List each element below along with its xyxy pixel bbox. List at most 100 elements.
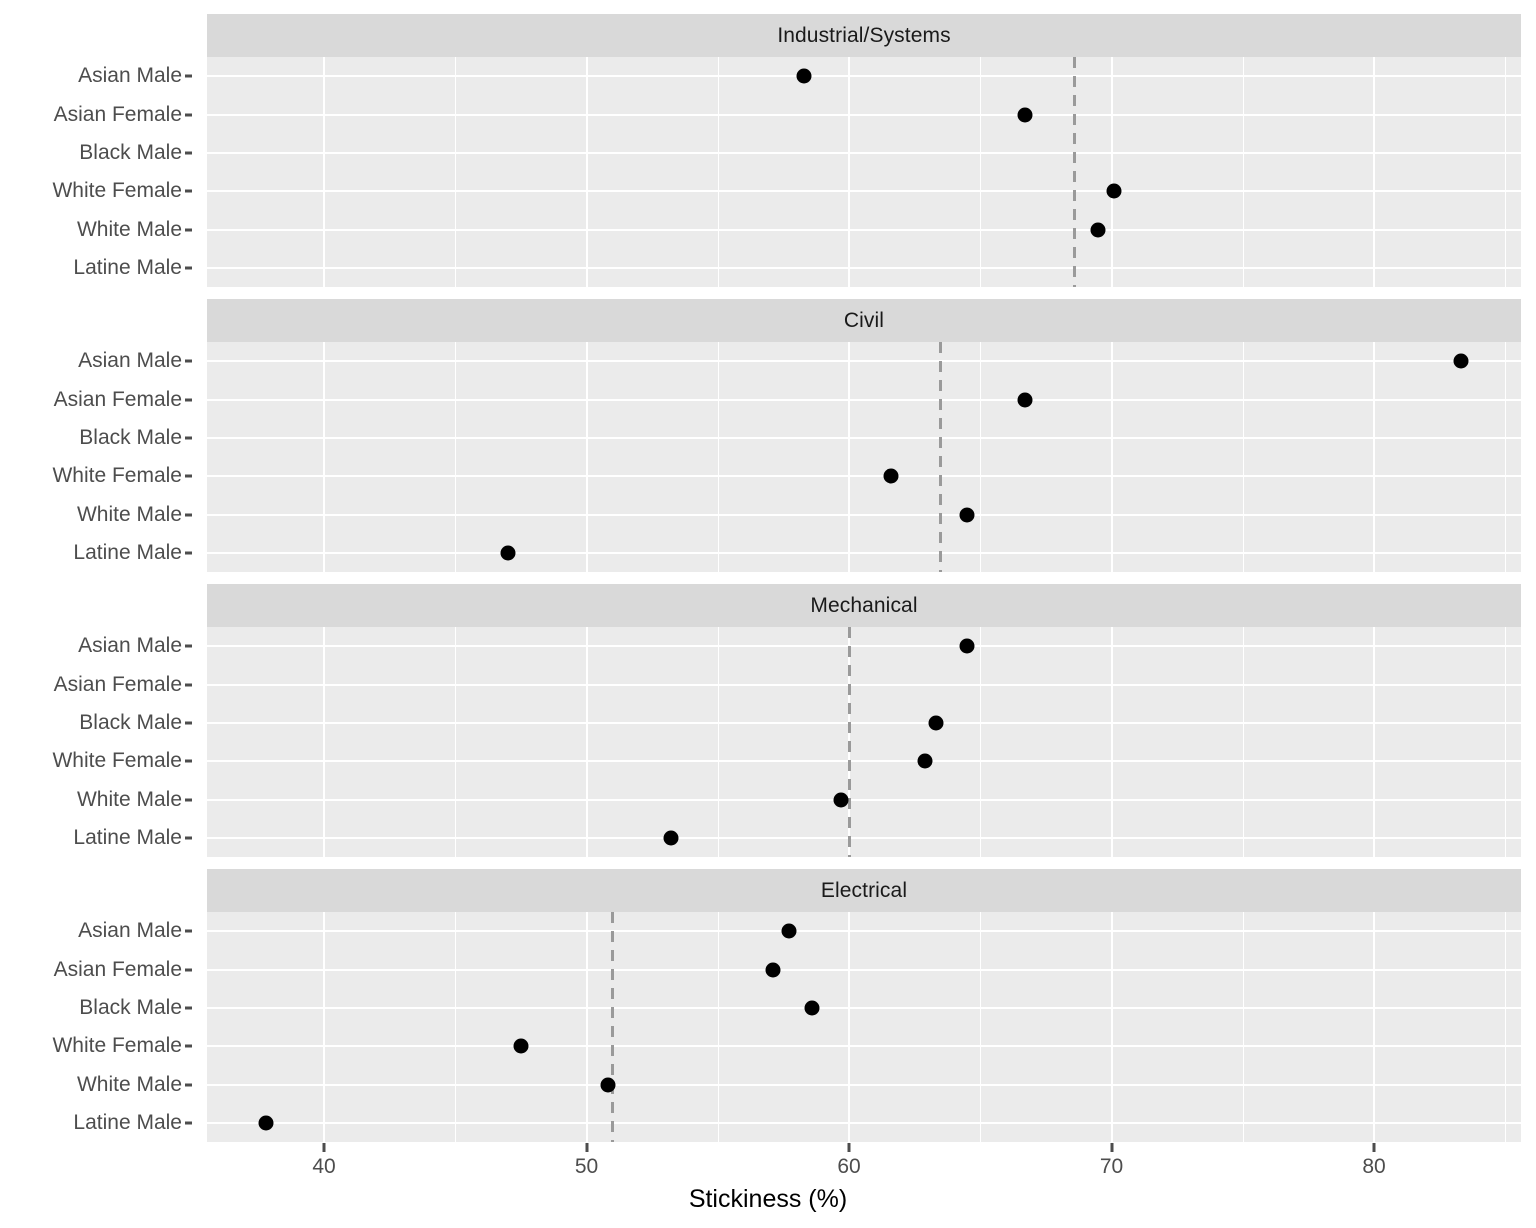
data-point[interactable] xyxy=(804,1000,820,1016)
y-axis-tick xyxy=(185,189,192,193)
data-point[interactable] xyxy=(781,923,797,939)
x-axis-tick-label: 80 xyxy=(1362,1155,1386,1178)
facet-panel: Industrial/Systems xyxy=(207,14,1521,287)
x-axis-tick xyxy=(1372,1143,1376,1152)
y-axis: Asian Male Asian Female Black Male White Fe… xyxy=(0,912,196,1142)
data-point[interactable] xyxy=(765,962,781,977)
y-axis-label: Asian Female xyxy=(53,672,182,696)
y-axis-tick xyxy=(185,151,192,155)
data-point[interactable] xyxy=(600,1077,616,1092)
y-axis-tick xyxy=(185,359,192,363)
y-axis-tick xyxy=(185,929,192,933)
y-axis-label: Black Male xyxy=(79,710,182,734)
y-axis-label: Asian Male xyxy=(78,919,182,943)
data-point[interactable] xyxy=(883,468,899,484)
gridline-major-horizontal xyxy=(207,1083,1521,1086)
gridline-minor-vertical xyxy=(1505,627,1507,857)
facet-panel: Mechanical xyxy=(207,584,1521,857)
x-axis-tick-label: 70 xyxy=(1099,1155,1124,1178)
gridline-major-vertical xyxy=(323,912,326,1142)
x-axis-tick xyxy=(1110,1143,1114,1152)
x-axis-title: Stickiness (%) xyxy=(688,1185,848,1213)
y-axis-tick xyxy=(185,836,192,840)
gridline-major-horizontal xyxy=(207,190,1521,193)
y-axis-label: Asian Female xyxy=(53,957,182,981)
y-axis-label: Asian Female xyxy=(53,387,182,411)
gridline-major-vertical xyxy=(323,627,326,857)
gridline-major-vertical xyxy=(585,342,588,572)
y-axis: Asian Male Asian Female Black Male White Fe… xyxy=(0,342,196,572)
gridline-major-horizontal xyxy=(207,721,1521,724)
y-axis-label: White Female xyxy=(52,464,182,488)
gridline-minor-vertical xyxy=(1505,342,1507,572)
plot-area xyxy=(207,627,1521,857)
data-point[interactable] xyxy=(833,792,849,807)
gridline-minor-vertical xyxy=(455,342,457,572)
gridline-minor-vertical xyxy=(1242,627,1244,857)
y-axis-label: White Male xyxy=(76,787,182,811)
y-axis-tick xyxy=(185,683,192,686)
y-axis-tick xyxy=(185,1121,192,1125)
plot-area xyxy=(207,912,1521,1142)
gridline-major-vertical xyxy=(848,342,851,572)
chart-root: Industrial/Systems Civil Mechanical Electri… xyxy=(0,0,1536,1228)
x-axis-tick xyxy=(847,1143,851,1152)
y-axis: Asian Male Asian Female Black Male White Fe… xyxy=(0,627,196,857)
gridline-major-horizontal xyxy=(207,75,1521,78)
data-point[interactable] xyxy=(928,715,944,731)
y-axis-label: Latine Male xyxy=(73,540,182,564)
data-point[interactable] xyxy=(663,830,679,846)
y-axis-label: White Male xyxy=(76,1072,182,1096)
gridline-major-vertical xyxy=(1373,627,1375,857)
facet-strip-label: Industrial/Systems xyxy=(777,24,951,47)
data-point[interactable] xyxy=(1453,353,1469,369)
y-axis-label: Black Male xyxy=(79,140,182,164)
x-axis-tick-label: 50 xyxy=(574,1155,599,1178)
gridline-major-horizontal xyxy=(207,398,1521,401)
data-point[interactable] xyxy=(258,1115,274,1131)
y-axis-tick xyxy=(185,228,192,231)
gridline-major-horizontal xyxy=(207,475,1521,478)
facet-strip-label: Mechanical xyxy=(810,594,918,617)
y-axis-label: White Male xyxy=(76,217,182,241)
gridline-minor-vertical xyxy=(717,912,719,1142)
gridline-major-vertical xyxy=(848,57,851,287)
data-point[interactable] xyxy=(1106,183,1122,199)
y-axis-tick xyxy=(185,798,192,801)
x-axis-tick xyxy=(585,1143,589,1152)
data-point[interactable] xyxy=(513,1038,529,1054)
data-point[interactable] xyxy=(500,545,516,561)
y-axis-label: Latine Male xyxy=(73,825,182,849)
gridline-minor-vertical xyxy=(1242,342,1244,572)
data-point[interactable] xyxy=(917,753,933,769)
facet-strip: Electrical xyxy=(207,869,1521,912)
gridline-minor-vertical xyxy=(980,57,982,287)
gridline-major-horizontal xyxy=(207,968,1521,971)
plot-area xyxy=(207,57,1521,287)
y-axis-label: White Male xyxy=(76,502,182,526)
facet-strip: Mechanical xyxy=(207,584,1521,627)
y-axis-tick xyxy=(185,113,192,116)
gridline-major-vertical xyxy=(1110,627,1113,857)
y-axis-label: Black Male xyxy=(79,995,182,1019)
y-axis-tick xyxy=(185,968,192,971)
gridline-major-vertical xyxy=(1110,57,1113,287)
gridline-major-horizontal xyxy=(207,360,1521,363)
data-point[interactable] xyxy=(796,68,812,84)
gridline-minor-vertical xyxy=(980,627,982,857)
gridline-major-vertical xyxy=(1373,57,1375,287)
y-axis-label: Latine Male xyxy=(73,1110,182,1134)
data-point[interactable] xyxy=(1090,222,1106,237)
data-point[interactable] xyxy=(1017,107,1033,122)
data-point[interactable] xyxy=(959,507,975,522)
gridline-major-vertical xyxy=(323,342,326,572)
y-axis-tick xyxy=(185,551,192,555)
facet-strip: Industrial/Systems xyxy=(207,14,1521,57)
data-point[interactable] xyxy=(1017,392,1033,407)
data-point[interactable] xyxy=(959,638,975,654)
gridline-minor-vertical xyxy=(1242,57,1244,287)
y-axis-tick xyxy=(185,1083,192,1086)
reference-line xyxy=(611,912,615,1142)
y-axis-tick xyxy=(185,513,192,516)
gridline-major-horizontal xyxy=(207,1006,1521,1009)
